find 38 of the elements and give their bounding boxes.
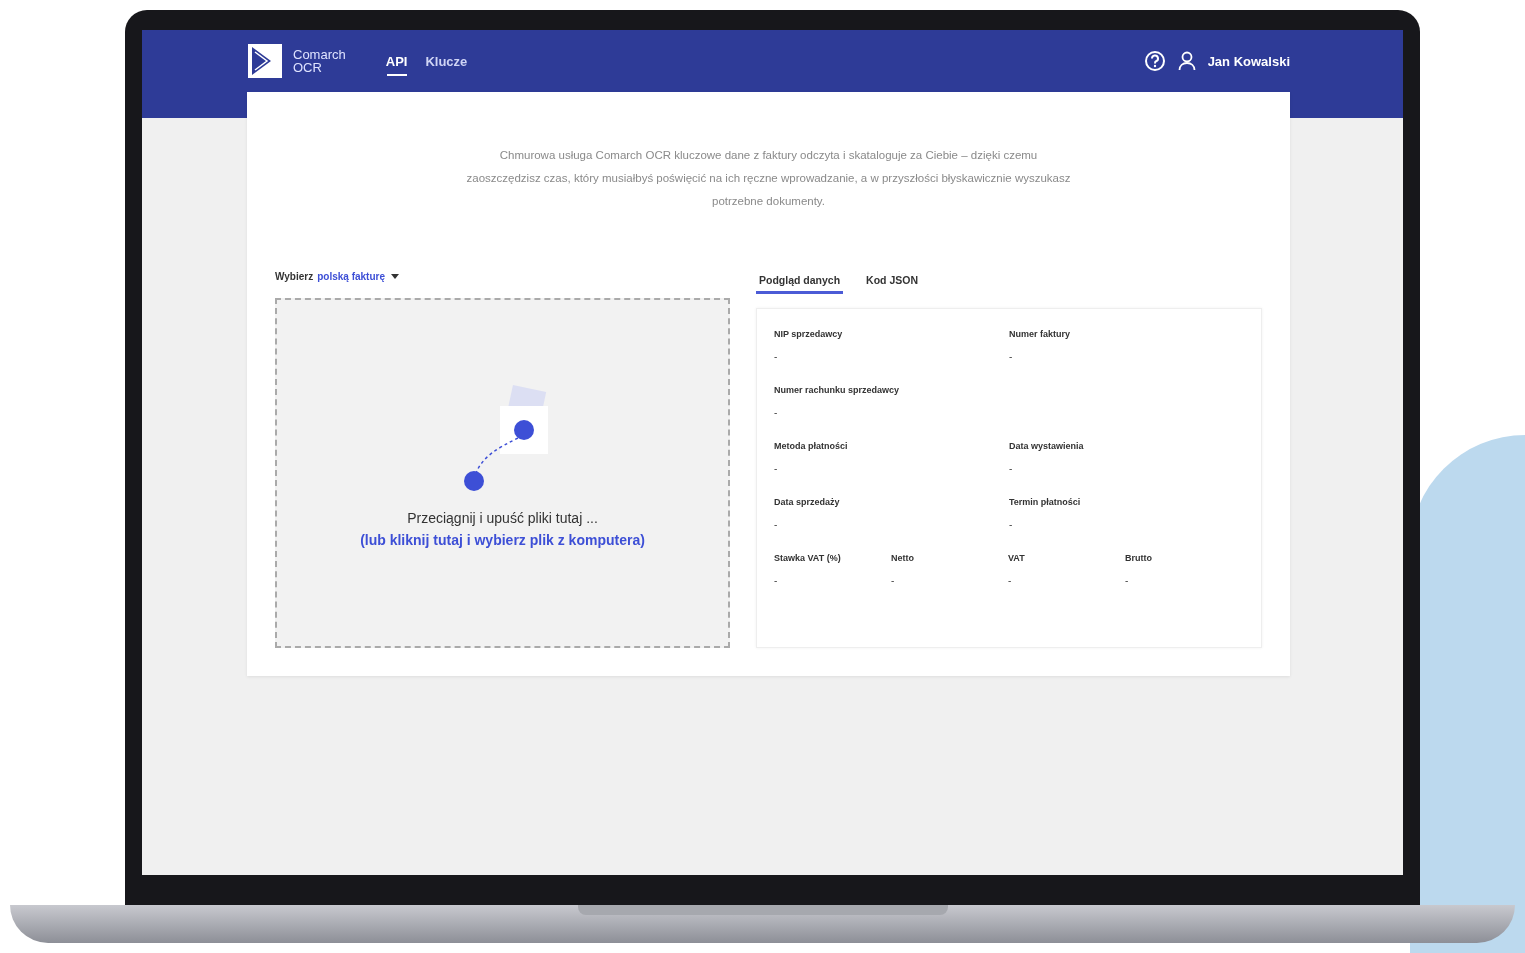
browse-files-link[interactable]: (lub kliknij tutaj i wybierz plik z komputera) [360, 532, 645, 548]
field-label: Data sprzedaży [774, 497, 841, 507]
preview-tab[interactable]: Kod JSON [863, 268, 921, 294]
invoice-type-dropdown[interactable]: polską fakturę [317, 270, 399, 282]
logo-text: Comarch [293, 48, 346, 61]
file-drop-zone[interactable]: Przeciągnij i upuść pliki tutaj ... (lub kliknij tutaj i wybierz plik z komputera) [275, 298, 730, 648]
field-label: Metoda płatności [774, 441, 849, 451]
field-value: - [1009, 519, 1014, 530]
field-label: Data wystawienia [1009, 441, 1085, 451]
caret-icon [391, 273, 399, 279]
field-value: - [1008, 575, 1013, 586]
field-label: VAT [1008, 553, 1026, 563]
field-label: Numer rachunku sprzedawcy [774, 385, 901, 395]
field-value: - [891, 575, 896, 586]
field-label: Brutto [1125, 553, 1153, 563]
field-value: - [1125, 575, 1130, 586]
field-value: - [774, 575, 779, 586]
intro-text: Chmurowa usługa Comarch OCR kluczowe dane z faktury odczyta i skataloguje za Ciebie – dzięki czemu zaoszczędzisz czas, który musiałbyś poświęcić na ich ręczne wprowadzanie, a w przyszłości błyskawicznie wyszukasz potrzebne dokumenty. [465, 148, 1072, 209]
user-icon[interactable] [1177, 51, 1196, 71]
field-label: Termin płatności [1009, 497, 1082, 507]
field-value: - [1009, 463, 1014, 474]
field-label: NIP sprzedawcy [774, 329, 844, 339]
field-label: Stawka VAT (%) [774, 553, 842, 563]
preview-tab[interactable]: Podgląd danych [756, 268, 844, 294]
field-value: - [774, 463, 779, 474]
logo-text: OCR [293, 61, 323, 74]
help-icon[interactable] [1143, 50, 1166, 72]
field-label: Netto [891, 553, 915, 563]
field-value: - [774, 351, 779, 362]
field-value: - [774, 519, 779, 530]
field-value: - [1009, 351, 1014, 362]
drop-instructions: Przeciągnij i upuść pliki tutaj ... [407, 510, 598, 526]
user-name[interactable]: Jan Kowalski [1207, 53, 1290, 69]
dropdown-label: Wybierz [275, 270, 314, 282]
nav-tab[interactable]: Klucze [425, 30, 468, 92]
field-label: Numer faktury [1009, 329, 1072, 339]
field-value: - [774, 407, 779, 418]
logo-icon [247, 43, 283, 79]
